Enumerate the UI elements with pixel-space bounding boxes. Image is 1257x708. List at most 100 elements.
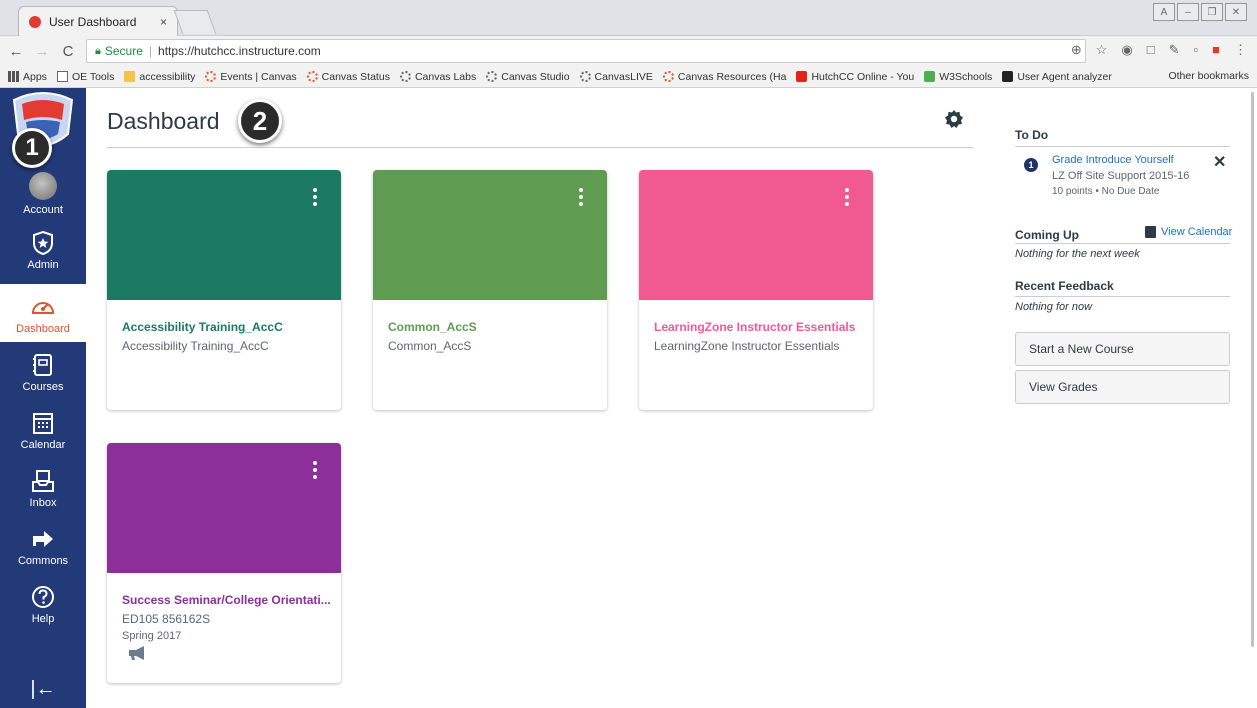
nav-calendar[interactable]: Calendar xyxy=(0,410,86,451)
card-options-icon[interactable] xyxy=(579,188,585,209)
bookmark-item[interactable]: CanvasLIVE xyxy=(579,71,653,83)
dashboard-icon xyxy=(31,302,55,314)
restore-button[interactable]: ❐ xyxy=(1201,3,1223,21)
bookmark-label: OE Tools xyxy=(71,70,115,83)
reload-button[interactable]: C xyxy=(58,43,78,60)
eyedropper-icon[interactable]: ✎ xyxy=(1169,42,1180,58)
forward-button[interactable]: → xyxy=(32,43,52,60)
feedback-heading: Recent Feedback xyxy=(1015,279,1114,293)
bookmark-label: Canvas Resources (Ha xyxy=(677,70,787,83)
close-window-button[interactable]: ✕ xyxy=(1225,3,1247,21)
profile-icon[interactable]: A xyxy=(1153,3,1175,21)
calendar-small-icon xyxy=(1145,226,1156,238)
nav-dashboard[interactable]: Dashboard xyxy=(0,284,86,342)
bookmark-item[interactable]: OE Tools xyxy=(56,70,115,83)
nav-commons[interactable]: Commons xyxy=(0,526,86,567)
nav-admin-label: Admin xyxy=(27,259,59,271)
bookmark-item[interactable]: User Agent analyzer xyxy=(1002,71,1112,83)
secure-label: Secure xyxy=(104,44,143,58)
bookmark-item[interactable]: HutchCC Online - You xyxy=(796,71,914,83)
nav-admin[interactable]: Admin xyxy=(0,230,86,271)
canvas-favicon-icon xyxy=(29,15,41,28)
nav-account[interactable]: Account xyxy=(0,172,86,216)
folder-icon xyxy=(124,71,136,82)
card-options-icon[interactable] xyxy=(313,461,319,482)
shield-icon xyxy=(33,230,53,256)
course-card-header[interactable] xyxy=(639,170,873,300)
bookmark-item[interactable]: Canvas Labs xyxy=(399,70,477,83)
bookmark-label: Canvas Labs xyxy=(414,70,477,83)
new-tab-button[interactable] xyxy=(173,10,217,34)
minimize-button[interactable]: – xyxy=(1177,3,1199,21)
page-scrollbar[interactable] xyxy=(1251,92,1254,647)
global-navigation: 1 Account Admin Dashboard Courses Calend… xyxy=(0,88,86,708)
course-card-code: Accessibility Training_AccC xyxy=(122,339,269,353)
bookmark-item[interactable]: Canvas Studio xyxy=(486,71,570,83)
bookmarks-bar: Apps OE Tools accessibility Events | Canvas… xyxy=(0,66,1257,88)
view-calendar-link[interactable]: View Calendar xyxy=(1145,226,1232,238)
card-options-icon[interactable] xyxy=(845,188,851,209)
course-card-title[interactable]: LearningZone Instructor Essentials xyxy=(654,320,864,334)
course-card[interactable]: Success Seminar/College Orientati... ED10… xyxy=(107,443,341,683)
w3schools-icon xyxy=(924,71,936,82)
bookmark-label: HutchCC Online - You xyxy=(811,70,915,83)
back-button[interactable]: ← xyxy=(6,43,26,60)
nav-help[interactable]: Help xyxy=(0,584,86,625)
course-card-title[interactable]: Success Seminar/College Orientati... xyxy=(122,593,332,607)
course-card[interactable]: LearningZone Instructor Essentials Learni… xyxy=(639,170,873,410)
collapse-nav-button[interactable]: |← xyxy=(0,678,86,701)
course-card[interactable]: Accessibility Training_AccC Accessibility… xyxy=(107,170,341,410)
todo-item-meta: 10 points • No Due Date xyxy=(1052,186,1160,197)
start-new-course-button[interactable]: Start a New Course xyxy=(1015,332,1230,366)
url-separator: | xyxy=(148,44,153,58)
nav-calendar-label: Calendar xyxy=(20,439,66,451)
book-icon xyxy=(33,354,52,376)
extension-square-icon[interactable]: □ xyxy=(1147,42,1155,58)
nav-courses[interactable]: Courses xyxy=(0,352,86,393)
nav-inbox[interactable]: Inbox xyxy=(0,468,86,509)
url-bar[interactable]: 🔒︎ Secure | https://hutchcc.instructure.… xyxy=(86,39,1086,63)
other-bookmarks[interactable]: Other bookmarks xyxy=(1164,70,1249,82)
extension-red-icon[interactable]: ■ xyxy=(1212,42,1220,58)
tab-close-button[interactable]: × xyxy=(160,15,167,29)
youtube-icon xyxy=(796,71,808,82)
bookmark-star-icon[interactable]: ☆ xyxy=(1096,42,1108,58)
bookmark-item[interactable]: Canvas Resources (Ha xyxy=(662,70,787,83)
course-card-code: Common_AccS xyxy=(388,339,472,353)
bookmark-item[interactable]: W3Schools xyxy=(924,71,992,83)
zoom-icon[interactable]: ⊕ xyxy=(1071,42,1082,58)
course-card-code: ED105 856162S xyxy=(122,612,211,626)
extension-box-icon[interactable]: ▫ xyxy=(1194,42,1199,58)
menu-icon[interactable]: ⋮ xyxy=(1234,42,1247,58)
course-card-header[interactable] xyxy=(107,170,341,300)
canvas-icon xyxy=(662,71,674,82)
course-card-header[interactable] xyxy=(373,170,607,300)
bookmark-item[interactable]: Events | Canvas xyxy=(205,71,297,83)
bookmark-item[interactable]: Apps xyxy=(8,71,47,83)
course-card-title[interactable]: Common_AccS xyxy=(388,320,598,334)
tab-title: User Dashboard xyxy=(49,14,137,29)
u-icon xyxy=(1002,71,1014,82)
nav-dashboard-label: Dashboard xyxy=(16,323,70,335)
bookmark-item[interactable]: accessibility xyxy=(124,71,195,83)
bookmark-label: User Agent analyzer xyxy=(1017,70,1112,83)
bookmark-item[interactable]: Canvas Status xyxy=(306,70,390,83)
course-card[interactable]: Common_AccS Common_AccS xyxy=(373,170,607,410)
browser-tab[interactable]: User Dashboard × xyxy=(18,6,178,36)
course-card-header[interactable] xyxy=(107,443,341,573)
other-bookmarks-label: Other bookmarks xyxy=(1168,70,1249,82)
bookmark-label: Canvas Status xyxy=(321,70,390,83)
course-card-title[interactable]: Accessibility Training_AccC xyxy=(122,320,332,334)
todo-item-link[interactable]: Grade Introduce Yourself xyxy=(1052,154,1174,166)
card-options-icon[interactable] xyxy=(313,188,319,209)
extension-w-icon[interactable]: ◉ xyxy=(1121,42,1132,58)
view-grades-button[interactable]: View Grades xyxy=(1015,370,1230,404)
canvas-gray-icon xyxy=(486,71,498,82)
nav-commons-label: Commons xyxy=(17,555,69,567)
announcements-icon[interactable] xyxy=(127,645,147,661)
gear-icon[interactable] xyxy=(944,109,964,129)
todo-dismiss-button[interactable]: ✕ xyxy=(1213,152,1226,172)
bookmark-label: W3Schools xyxy=(939,70,993,83)
nav-courses-label: Courses xyxy=(22,381,64,393)
title-divider xyxy=(107,147,973,148)
